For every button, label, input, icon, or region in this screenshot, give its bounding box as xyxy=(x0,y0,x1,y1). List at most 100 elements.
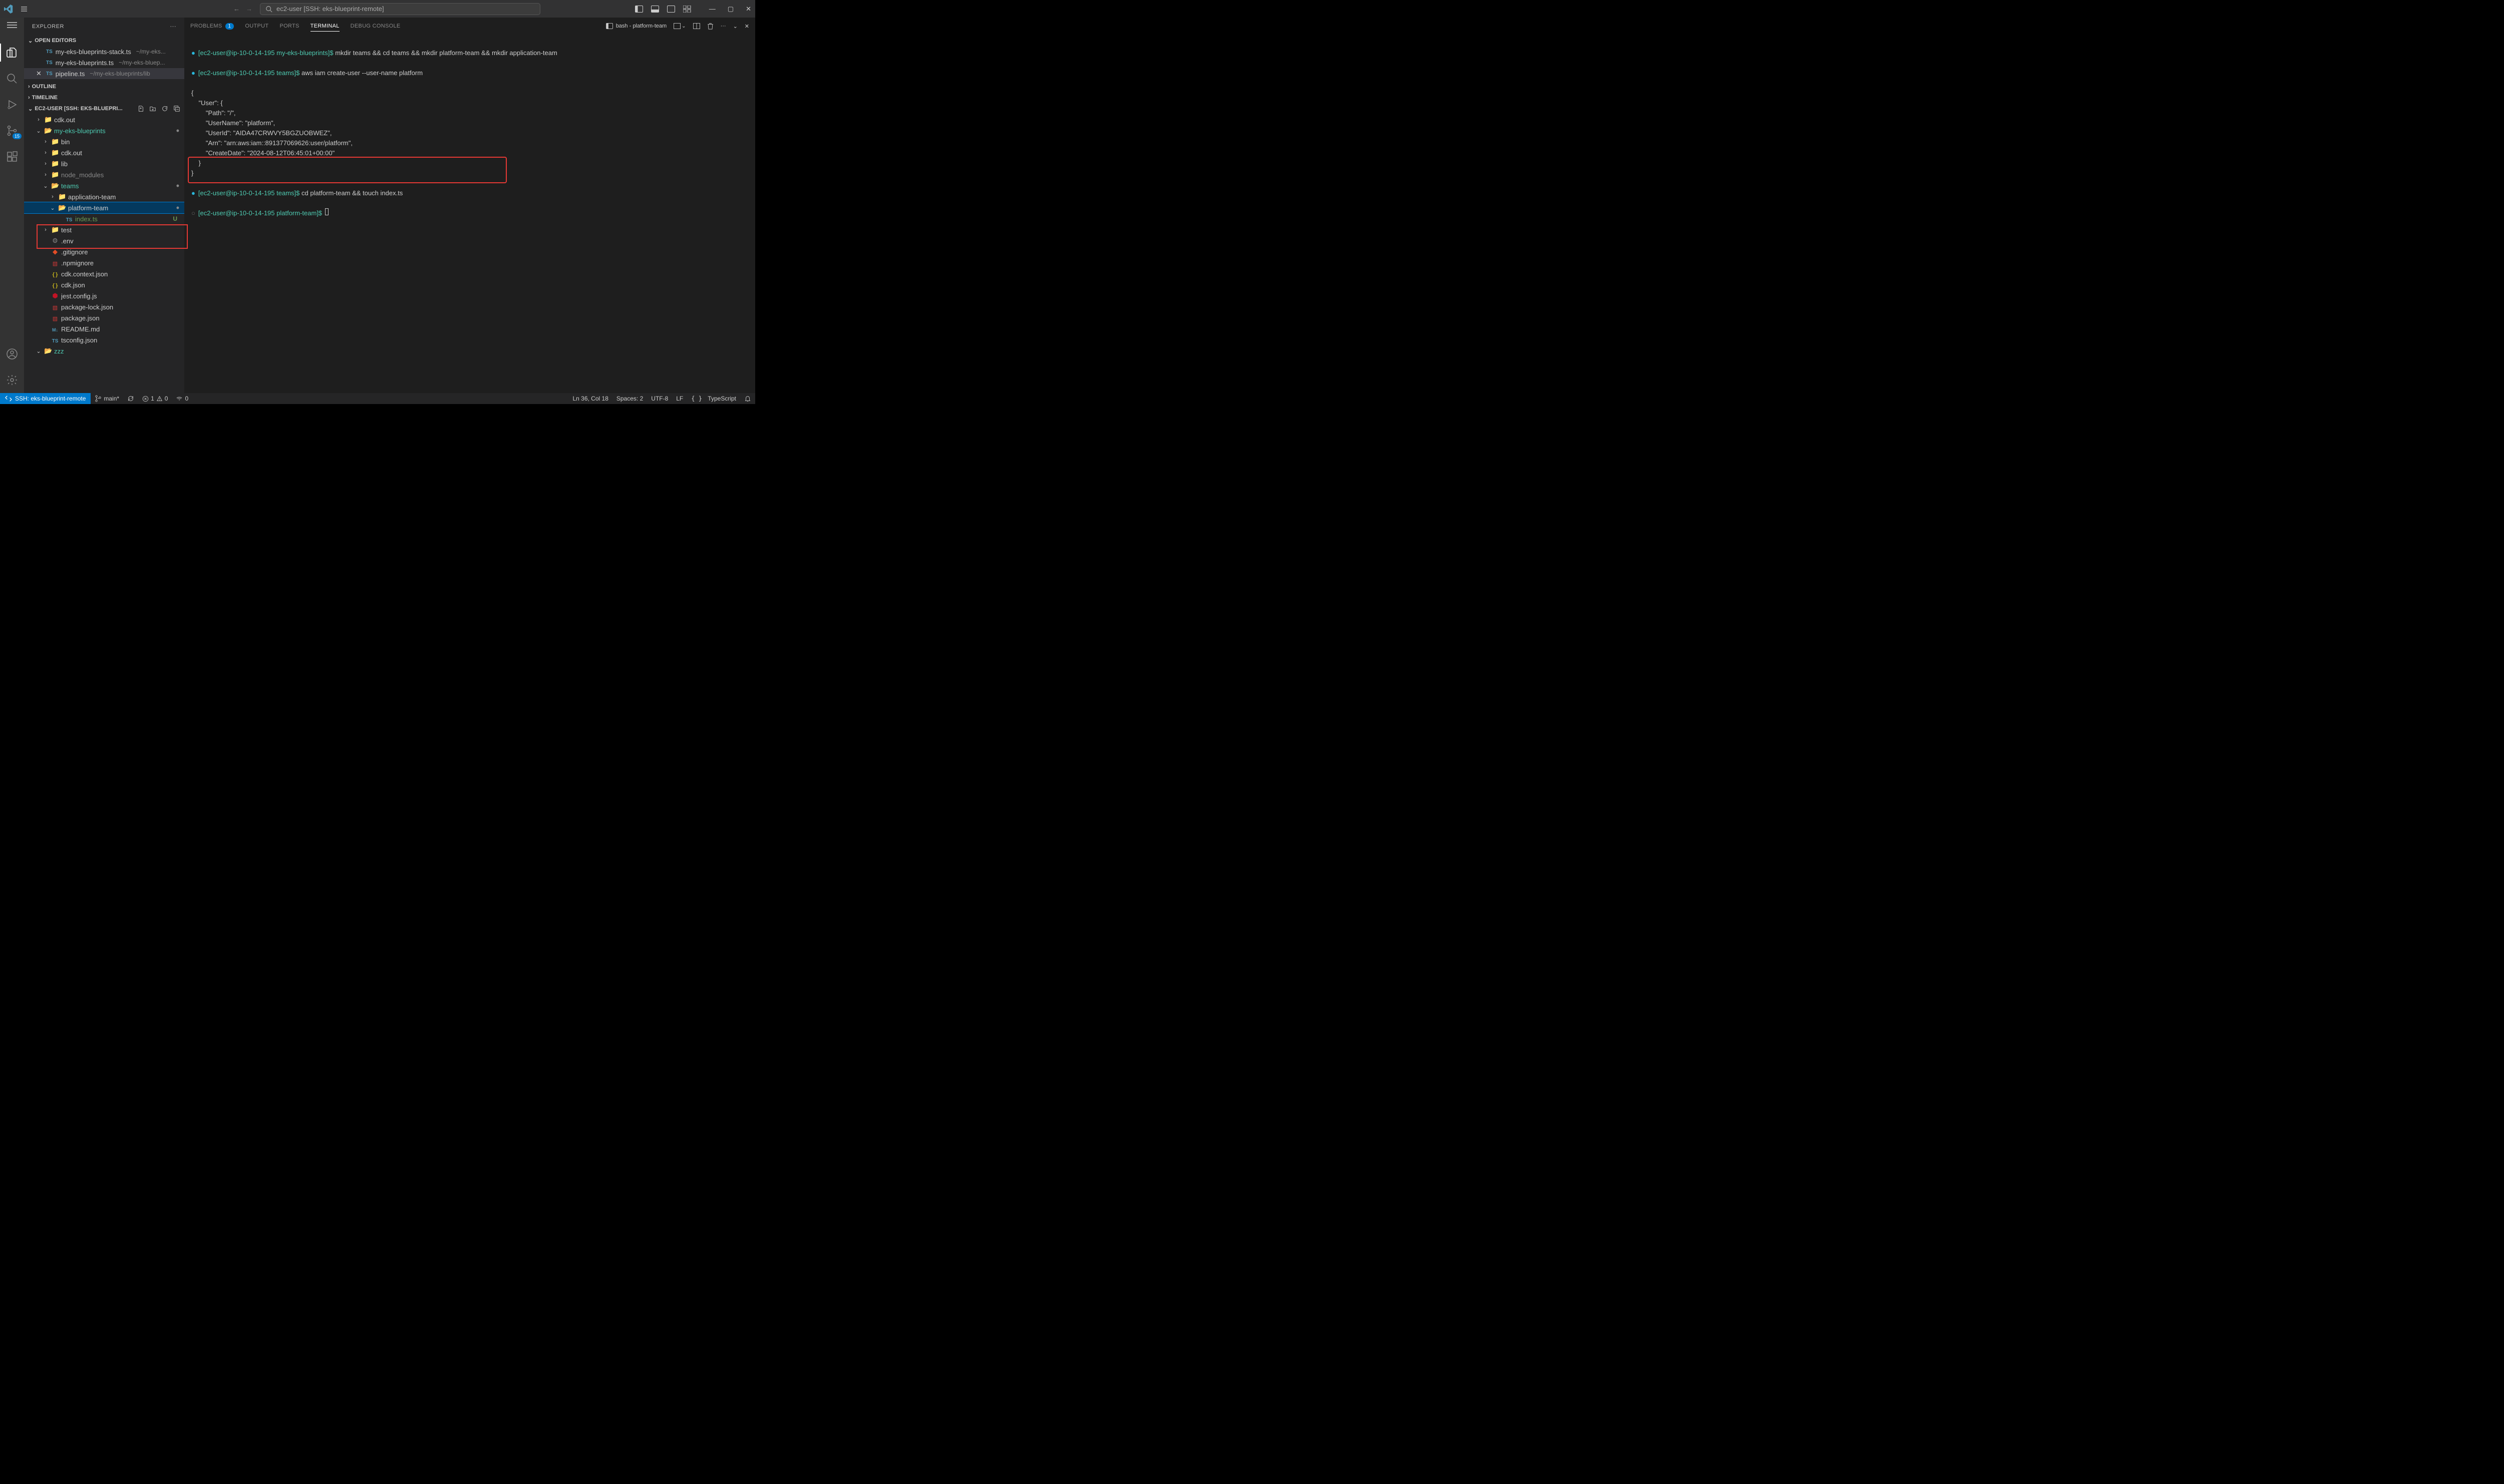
cursor-position[interactable]: Ln 36, Col 18 xyxy=(568,395,612,402)
outline-header[interactable]: › OUTLINE xyxy=(24,81,184,92)
more-icon[interactable]: ··· xyxy=(721,23,726,29)
tree-item[interactable]: {}cdk.json xyxy=(24,279,184,290)
chevron-right-icon: › xyxy=(28,84,30,90)
tree-item[interactable]: ⌄📂platform-team• xyxy=(24,202,184,213)
tree-label: jest.config.js xyxy=(61,292,97,300)
chevron-down-icon[interactable]: ⌄ xyxy=(733,23,738,30)
terminal-content[interactable]: ●[ec2-user@ip-10-0-14-195 my-eks-bluepri… xyxy=(184,35,755,393)
sync-icon[interactable] xyxy=(123,395,138,402)
new-file-icon[interactable] xyxy=(137,105,144,112)
file-icon: ⚙ xyxy=(51,237,59,245)
search-icon[interactable] xyxy=(5,72,19,86)
notifications-icon[interactable] xyxy=(740,395,755,402)
tree-item[interactable]: ›📁cdk.out xyxy=(24,147,184,158)
run-debug-icon[interactable] xyxy=(5,98,19,112)
collapse-all-icon[interactable] xyxy=(173,105,180,112)
accounts-icon[interactable] xyxy=(5,347,19,361)
new-terminal-icon[interactable]: ⌄ xyxy=(674,23,686,29)
tab-ports[interactable]: PORTS xyxy=(279,21,299,31)
timeline-header[interactable]: › TIMELINE xyxy=(24,92,184,103)
open-editor-item[interactable]: TSmy-eks-blueprints.ts~/my-eks-bluep... xyxy=(24,57,184,68)
tree-item[interactable]: ›📁cdk.out xyxy=(24,114,184,125)
tree-item[interactable]: ›📁test xyxy=(24,224,184,235)
remote-label: SSH: eks-blueprint-remote xyxy=(15,395,86,402)
maximize-icon[interactable]: ▢ xyxy=(728,5,734,13)
remote-indicator[interactable]: SSH: eks-blueprint-remote xyxy=(0,393,91,404)
command-center[interactable]: ec2-user [SSH: eks-blueprint-remote] xyxy=(260,3,540,15)
explorer-icon[interactable] xyxy=(5,46,19,60)
close-icon[interactable]: ✕ xyxy=(746,5,751,13)
minimize-icon[interactable]: — xyxy=(709,5,716,13)
encoding[interactable]: UTF-8 xyxy=(647,395,672,402)
tab-debug-console[interactable]: DEBUG CONSOLE xyxy=(351,21,401,31)
ports-status[interactable]: 0 xyxy=(172,395,192,402)
more-icon[interactable]: ··· xyxy=(170,24,177,30)
eol[interactable]: LF xyxy=(672,395,687,402)
file-icon: ⬢ xyxy=(51,292,59,300)
new-folder-icon[interactable] xyxy=(149,105,156,112)
panel-area: PROBLEMS 1 OUTPUT PORTS TERMINAL DEBUG C… xyxy=(184,18,755,393)
source-control-icon[interactable]: 15 xyxy=(5,124,19,138)
menu-icon[interactable] xyxy=(20,5,28,13)
split-terminal-icon[interactable] xyxy=(693,23,700,29)
layout-sidebar-left-icon[interactable] xyxy=(635,6,643,13)
tree-label: package.json xyxy=(61,314,100,322)
extensions-icon[interactable] xyxy=(5,150,19,164)
typescript-file-icon: TS xyxy=(46,71,53,77)
customize-layout-icon[interactable] xyxy=(683,6,691,13)
open-editor-item[interactable]: ✕TSpipeline.ts~/my-eks-blueprints/lib xyxy=(24,68,184,79)
file-icon: TS xyxy=(65,215,73,223)
tree-item[interactable]: ⌄📂teams• xyxy=(24,180,184,191)
tree-item[interactable]: {}cdk.context.json xyxy=(24,268,184,279)
refresh-icon[interactable] xyxy=(161,105,168,112)
layout-panel-icon[interactable] xyxy=(651,6,659,13)
tab-output[interactable]: OUTPUT xyxy=(245,21,268,31)
tree-item[interactable]: ⬢jest.config.js xyxy=(24,290,184,301)
chevron-icon: ⌄ xyxy=(42,183,49,189)
tab-label: TERMINAL xyxy=(310,23,340,29)
tab-terminal[interactable]: TERMINAL xyxy=(310,21,340,32)
nav-back-icon[interactable]: ← xyxy=(233,5,240,13)
tree-item[interactable]: ▧package-lock.json xyxy=(24,301,184,312)
menu-icon[interactable] xyxy=(7,22,17,29)
tree-item[interactable]: ◆.gitignore xyxy=(24,246,184,257)
tree-item[interactable]: ⌄📂my-eks-blueprints• xyxy=(24,125,184,136)
remote-icon xyxy=(5,396,12,402)
file-icon: 📁 xyxy=(51,160,59,168)
chevron-icon: ⌄ xyxy=(49,205,56,211)
tree-item[interactable]: ⌄📂zzz xyxy=(24,345,184,356)
indentation[interactable]: Spaces: 2 xyxy=(612,395,647,402)
workspace-header[interactable]: ⌄ EC2-USER [SSH: EKS-BLUEPRI... xyxy=(24,103,184,114)
file-name: my-eks-blueprints-stack.ts xyxy=(56,48,131,56)
git-branch[interactable]: main* xyxy=(91,395,123,402)
tree-item[interactable]: ›📁application-team xyxy=(24,191,184,202)
problems-status[interactable]: 1 0 xyxy=(138,395,172,402)
tree-label: README.md xyxy=(61,325,100,333)
tree-item[interactable]: ▧package.json xyxy=(24,312,184,323)
tree-item[interactable]: ▧.npmignore xyxy=(24,257,184,268)
file-icon: 📁 xyxy=(51,149,59,157)
tree-item[interactable]: ⚙.env xyxy=(24,235,184,246)
nav-forward-icon[interactable]: → xyxy=(246,5,252,13)
settings-gear-icon[interactable] xyxy=(5,373,19,387)
shell-name: bash - platform-team xyxy=(616,23,667,29)
open-editor-item[interactable]: TSmy-eks-blueprints-stack.ts~/my-eks... xyxy=(24,46,184,57)
language-mode[interactable]: { } TypeScript xyxy=(687,395,740,402)
tree-item[interactable]: ›📁lib xyxy=(24,158,184,169)
chevron-icon: › xyxy=(49,194,56,200)
branch-name: main* xyxy=(104,395,119,402)
kill-terminal-icon[interactable] xyxy=(707,23,714,30)
tree-item[interactable]: ›📁bin xyxy=(24,136,184,147)
close-panel-icon[interactable]: ✕ xyxy=(745,23,749,30)
tab-problems[interactable]: PROBLEMS 1 xyxy=(190,21,234,32)
terminal-shell-selector[interactable]: bash - platform-team xyxy=(606,23,667,29)
open-editors-header[interactable]: ⌄ OPEN EDITORS xyxy=(24,35,184,46)
layout-sidebar-right-icon[interactable] xyxy=(667,6,675,13)
tree-item[interactable]: ›📁node_modules xyxy=(24,169,184,180)
search-icon xyxy=(265,6,272,13)
tree-item[interactable]: M↓README.md xyxy=(24,323,184,334)
tree-label: bin xyxy=(61,138,70,146)
tree-item[interactable]: TStsconfig.json xyxy=(24,334,184,345)
tree-item[interactable]: TSindex.tsU xyxy=(24,213,184,224)
close-icon[interactable]: ✕ xyxy=(36,70,43,78)
